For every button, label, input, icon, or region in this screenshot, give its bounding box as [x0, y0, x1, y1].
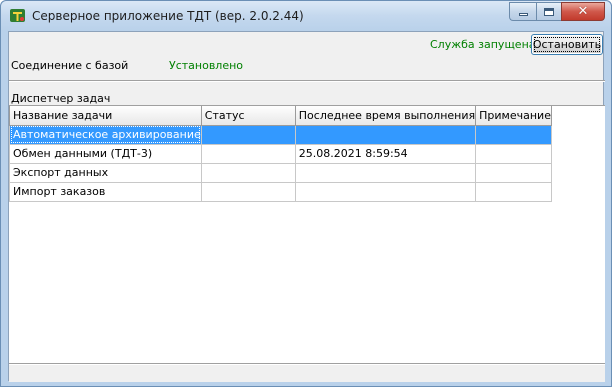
- task-name-cell[interactable]: Автоматическое архивирование: [9, 124, 202, 145]
- task-table-header: Название задачи Статус Последнее время в…: [9, 106, 552, 126]
- task-last-run-cell[interactable]: [294, 181, 477, 202]
- window-title: Серверное приложение ТДТ (вер. 2.0.2.44): [32, 9, 304, 23]
- maximize-button[interactable]: [536, 2, 561, 21]
- task-name-cell[interactable]: Экспорт данных: [9, 162, 202, 183]
- task-note-cell[interactable]: [475, 181, 552, 202]
- app-logo-icon: [10, 9, 25, 22]
- task-name-cell[interactable]: Обмен данными (ТДТ-3): [9, 143, 202, 164]
- column-header-task-name[interactable]: Название задачи: [9, 106, 202, 126]
- task-note-cell[interactable]: [475, 162, 552, 183]
- task-row[interactable]: Импорт заказов: [9, 181, 552, 202]
- stop-service-button[interactable]: Остановить: [531, 34, 603, 55]
- title-bar[interactable]: Серверное приложение ТДТ (вер. 2.0.2.44)…: [1, 1, 611, 31]
- task-status-cell[interactable]: [200, 162, 296, 183]
- task-table: Название задачи Статус Последнее время в…: [9, 106, 552, 202]
- task-status-cell[interactable]: [200, 143, 296, 164]
- close-icon: ✕: [577, 4, 589, 19]
- task-row[interactable]: Автоматическое архивирование: [9, 124, 552, 145]
- minimize-button[interactable]: [509, 2, 536, 21]
- column-header-last-run[interactable]: Последнее время выполнения: [294, 106, 477, 126]
- task-dispatcher-label: Диспетчер задач: [11, 92, 111, 105]
- service-status: Служба запущена: [430, 38, 536, 51]
- main-window: Серверное приложение ТДТ (вер. 2.0.2.44)…: [0, 0, 612, 387]
- task-last-run-cell[interactable]: 25.08.2021 8:59:54: [294, 143, 477, 164]
- connection-label: Соединение с базой: [11, 59, 129, 72]
- task-status-cell[interactable]: [200, 181, 296, 202]
- client-area: Служба запущена Остановить Соединение с …: [8, 31, 605, 382]
- column-header-note[interactable]: Примечание: [475, 106, 552, 126]
- minimize-icon: [518, 13, 528, 16]
- maximize-icon: [544, 7, 554, 16]
- divider: [9, 80, 605, 82]
- task-last-run-cell[interactable]: [294, 124, 477, 145]
- task-last-run-cell[interactable]: [294, 162, 477, 183]
- task-name-cell[interactable]: Импорт заказов: [9, 181, 202, 202]
- connection-status: Установлено: [169, 59, 244, 72]
- close-button[interactable]: ✕: [561, 2, 605, 21]
- status-bar: [9, 365, 605, 382]
- task-grid[interactable]: Название задачи Статус Последнее время в…: [9, 105, 605, 363]
- task-note-cell[interactable]: [475, 143, 552, 164]
- task-note-cell[interactable]: [475, 124, 552, 145]
- task-row[interactable]: Обмен данными (ТДТ-3) 25.08.2021 8:59:54: [9, 143, 552, 164]
- column-header-status[interactable]: Статус: [200, 106, 296, 126]
- task-status-cell[interactable]: [200, 124, 296, 145]
- task-row[interactable]: Экспорт данных: [9, 162, 552, 183]
